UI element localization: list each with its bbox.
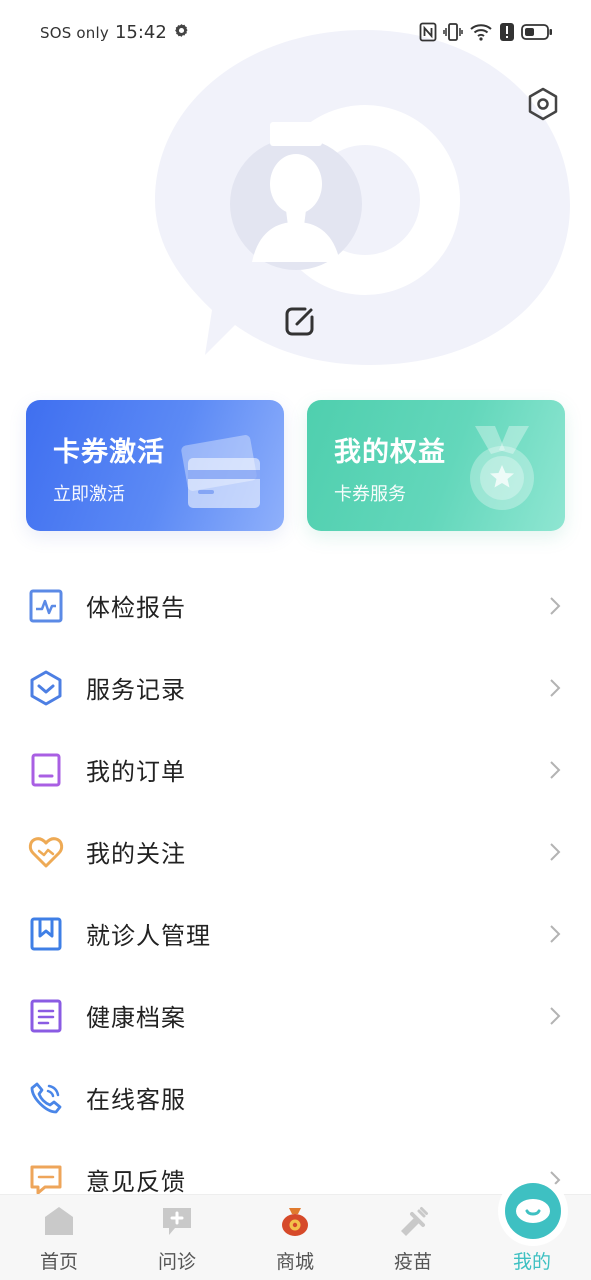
chevron-right-icon bbox=[550, 843, 561, 861]
menu-label: 我的订单 bbox=[86, 758, 186, 786]
service-record-icon bbox=[30, 670, 62, 706]
tab-home[interactable]: 首页 bbox=[0, 1195, 118, 1280]
tab-home-label: 首页 bbox=[39, 1251, 78, 1273]
card-activate-subtitle: 立即激活 bbox=[53, 484, 125, 505]
gear-status-icon bbox=[173, 22, 190, 43]
tab-mall[interactable]: 商城 bbox=[236, 1195, 354, 1280]
bookmark-icon bbox=[30, 917, 62, 951]
tab-consult-label: 问诊 bbox=[157, 1251, 196, 1273]
menu-item-patient-management[interactable]: 就诊人管理 bbox=[0, 892, 591, 974]
menu-label: 在线客服 bbox=[86, 1086, 186, 1114]
heart-icon bbox=[28, 837, 64, 868]
card-benefits[interactable]: 我的权益 卡券服务 bbox=[307, 400, 565, 531]
card-benefits-title: 我的权益 bbox=[334, 437, 446, 468]
consult-icon bbox=[163, 1208, 191, 1235]
menu-item-health-archive[interactable]: 健康档案 bbox=[0, 974, 591, 1056]
edit-icon[interactable] bbox=[283, 304, 317, 338]
menu-list: 体检报告 服务记录 我的订单 我的关注 就诊人管理 健康档案 在线客服 意见反馈 bbox=[0, 564, 591, 1220]
tab-mine-label: 我的 bbox=[512, 1251, 551, 1273]
card-activate-title: 卡券激活 bbox=[53, 437, 165, 468]
menu-item-service-record[interactable]: 服务记录 bbox=[0, 646, 591, 728]
chevron-right-icon bbox=[550, 925, 561, 943]
tab-consult[interactable]: 问诊 bbox=[118, 1195, 236, 1280]
carrier-text: SOS only bbox=[40, 23, 109, 42]
mine-icon bbox=[505, 1183, 561, 1239]
tab-vaccine-label: 疫苗 bbox=[393, 1251, 432, 1273]
chevron-right-icon bbox=[550, 679, 561, 697]
file-icon bbox=[30, 999, 62, 1033]
menu-label: 意见反馈 bbox=[86, 1168, 186, 1196]
status-left: SOS only 15:42 bbox=[40, 22, 190, 43]
menu-label: 健康档案 bbox=[86, 1004, 186, 1032]
tab-vaccine[interactable]: 疫苗 bbox=[354, 1195, 472, 1280]
medal-icon bbox=[470, 426, 534, 510]
card-benefits-subtitle: 卡券服务 bbox=[334, 484, 406, 505]
home-icon bbox=[45, 1207, 73, 1235]
background-logo-icon bbox=[155, 30, 570, 365]
menu-label: 服务记录 bbox=[86, 676, 186, 704]
feedback-icon bbox=[30, 1165, 62, 1195]
clock-text: 15:42 bbox=[114, 22, 167, 43]
chevron-right-icon bbox=[550, 597, 561, 615]
menu-item-online-service[interactable]: 在线客服 bbox=[0, 1056, 591, 1138]
hexagon-settings-icon[interactable] bbox=[525, 86, 561, 122]
menu-label: 就诊人管理 bbox=[86, 922, 211, 950]
menu-item-my-orders[interactable]: 我的订单 bbox=[0, 728, 591, 810]
card-icon bbox=[181, 435, 260, 508]
chevron-right-icon bbox=[550, 1007, 561, 1025]
vibrate-icon bbox=[443, 22, 463, 46]
menu-item-health-report[interactable]: 体检报告 bbox=[0, 564, 591, 646]
phone-icon bbox=[30, 1082, 62, 1114]
vaccine-icon bbox=[401, 1207, 428, 1236]
status-bar: SOS only 15:42 bbox=[0, 0, 591, 66]
order-icon bbox=[31, 753, 61, 787]
card-activate[interactable]: 卡券激活 立即激活 bbox=[26, 400, 284, 531]
default-avatar-icon[interactable] bbox=[228, 122, 364, 272]
menu-label: 我的关注 bbox=[86, 840, 186, 868]
mall-icon bbox=[282, 1208, 308, 1236]
chevron-right-icon bbox=[550, 761, 561, 779]
tab-mall-label: 商城 bbox=[275, 1251, 314, 1273]
nfc-icon bbox=[419, 22, 437, 46]
menu-label: 体检报告 bbox=[86, 594, 186, 622]
bottom-nav: 首页 问诊 商城 疫苗 我的 bbox=[0, 1183, 591, 1280]
wifi-icon bbox=[469, 22, 493, 46]
battery-icon bbox=[521, 22, 553, 46]
profile-screen: SOS only 15:42 卡券激活 立即激活 我的权益 卡券服务 体检报告 … bbox=[0, 0, 591, 1280]
menu-item-my-follows[interactable]: 我的关注 bbox=[0, 810, 591, 892]
status-right bbox=[419, 22, 553, 46]
report-icon bbox=[29, 589, 63, 623]
alert-signal-icon bbox=[499, 22, 515, 46]
tab-mine[interactable]: 我的 bbox=[473, 1183, 591, 1280]
